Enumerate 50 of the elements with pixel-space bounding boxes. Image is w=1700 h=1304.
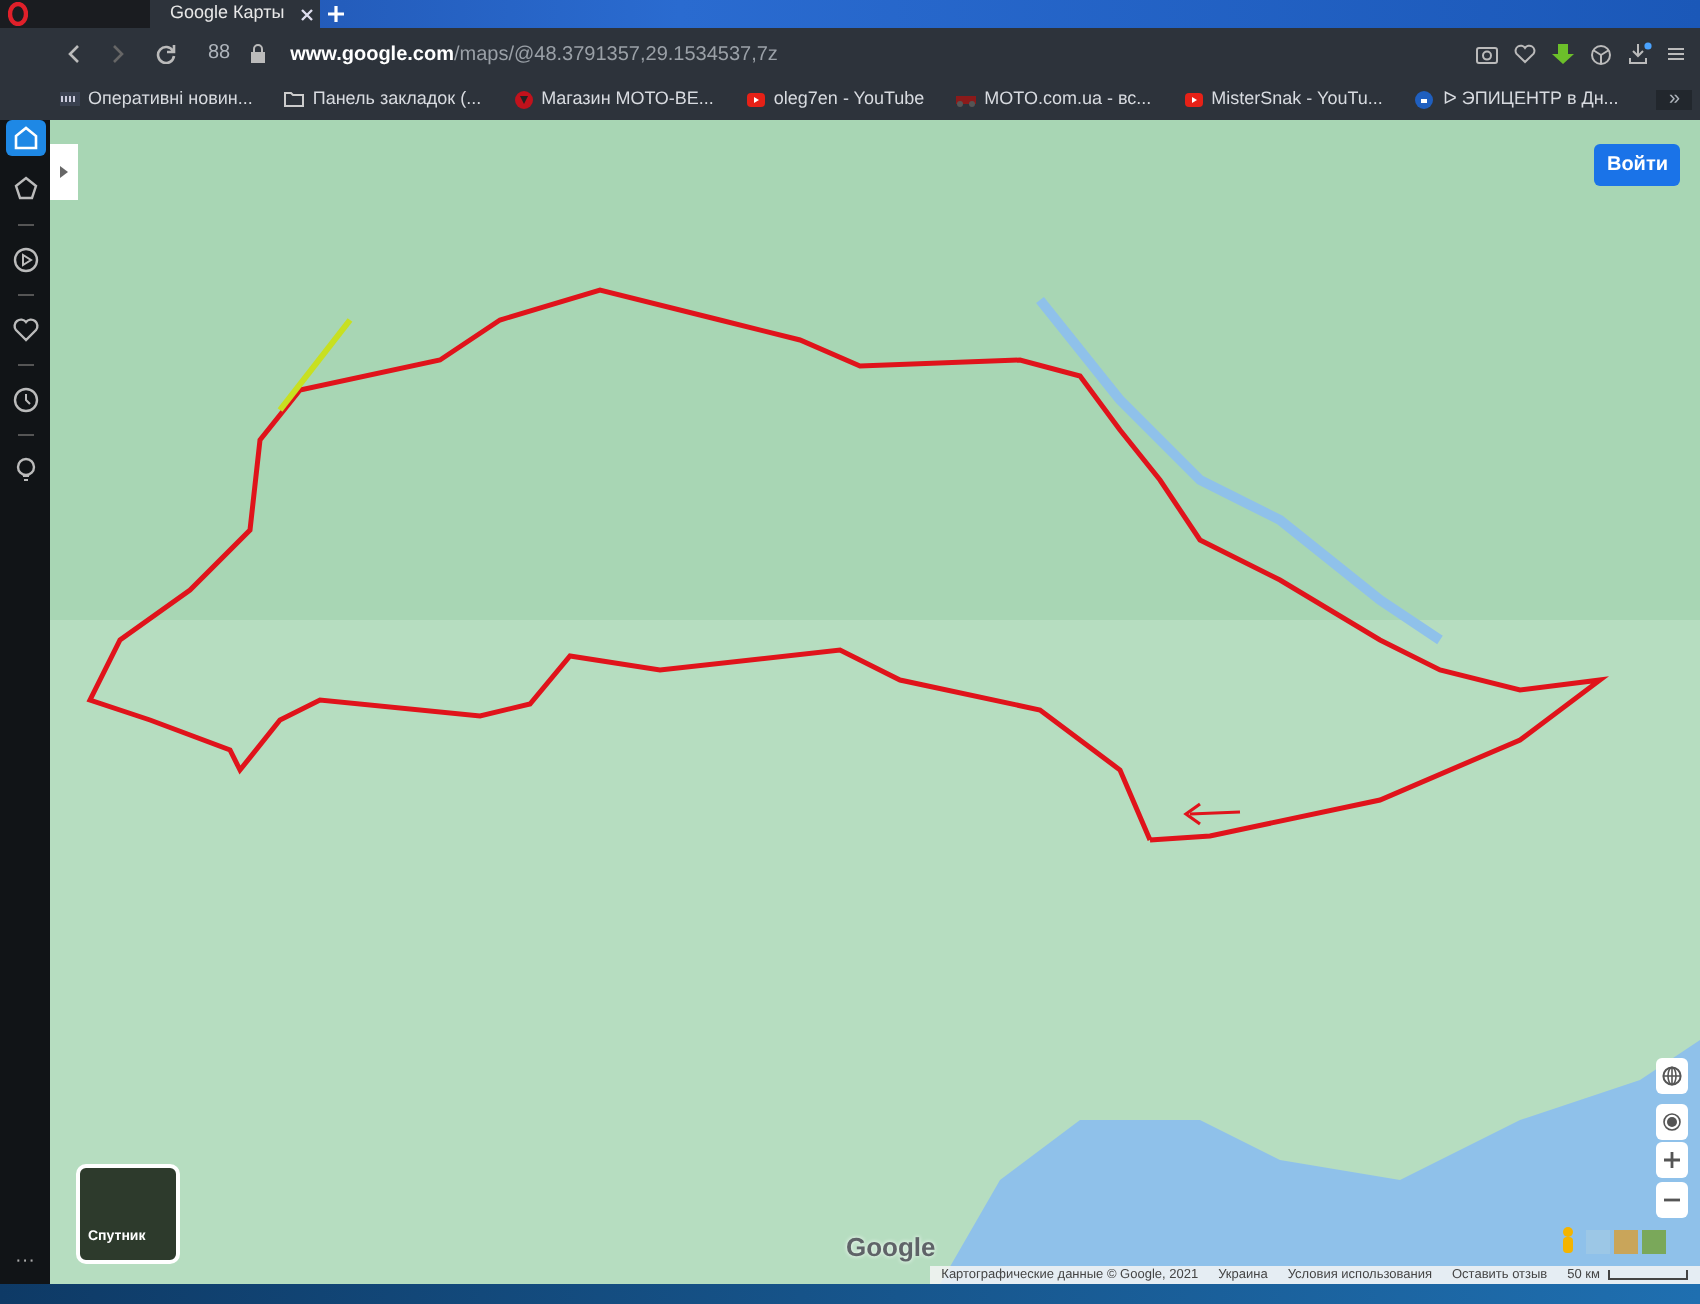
- play-icon: [745, 90, 766, 110]
- download-arrow-icon[interactable]: [1552, 43, 1574, 65]
- bookmark-link[interactable]: Оперативні новин...: [88, 86, 253, 114]
- play-icon: [1183, 90, 1204, 110]
- globe-icon: [1662, 1066, 1682, 1086]
- bookmark-link[interactable]: Магазин МОТО-ВЕ...: [541, 86, 714, 114]
- layer-thumbnails-icon[interactable]: [1586, 1230, 1670, 1254]
- close-icon: [300, 7, 315, 21]
- news-icon: [60, 90, 80, 110]
- locate-icon: [1662, 1112, 1682, 1132]
- folder-icon: [284, 90, 305, 110]
- lock-icon: [250, 44, 267, 64]
- plus-icon: [1664, 1152, 1680, 1168]
- locate-button[interactable]: [1656, 1104, 1688, 1140]
- cube-icon[interactable]: [1590, 43, 1612, 65]
- expand-panel-button[interactable]: [50, 144, 78, 200]
- menu-icon[interactable]: [1668, 46, 1684, 62]
- speed-dial-button[interactable]: 88: [196, 44, 243, 64]
- round-logo-icon: [513, 90, 534, 110]
- globe-button[interactable]: [1656, 1058, 1688, 1094]
- bookmark-link[interactable]: ᐅ ЭПИЦЕНТР в Дн...: [1442, 86, 1619, 114]
- sign-in-button[interactable]: Войти: [1594, 144, 1680, 186]
- forward-icon: [112, 44, 124, 64]
- heart-icon: [9, 314, 41, 346]
- address-field[interactable]: www.google.com/maps/@48.3791357,29.1534537,7z: [290, 39, 1468, 69]
- more-bookmarks-button[interactable]: »: [1656, 90, 1692, 110]
- caret-icon: [60, 166, 68, 178]
- zoom-out-button[interactable]: [1656, 1182, 1688, 1218]
- zoom-in-button[interactable]: [1656, 1142, 1688, 1178]
- google-logo: Google: [846, 1229, 936, 1266]
- download-icon[interactable]: [1628, 42, 1652, 66]
- clock-icon: [9, 384, 41, 416]
- heart-icon[interactable]: [1514, 44, 1536, 64]
- camera-icon[interactable]: [1476, 44, 1498, 64]
- browser-tab[interactable]: Google Карты: [150, 0, 320, 28]
- home-icon: [9, 122, 41, 154]
- browser-logo-icon: [8, 2, 28, 26]
- back-icon: [68, 44, 80, 64]
- more-button[interactable]: ···: [15, 1246, 35, 1276]
- plus-icon: [328, 6, 344, 22]
- bookmark-link[interactable]: Панель закладок (...: [312, 86, 482, 114]
- sidebar-button[interactable]: [5, 120, 45, 156]
- bookmark-link[interactable]: oleg7en - YouTube: [773, 86, 925, 114]
- bookmark-link[interactable]: MOTO.com.ua - вс...: [984, 86, 1152, 114]
- reload-icon: [156, 44, 176, 64]
- round-logo-icon: [1414, 90, 1435, 110]
- bookmark-link[interactable]: MisterSnak - YouTu...: [1211, 86, 1383, 114]
- scale-bar-icon: [1608, 1270, 1688, 1280]
- play-icon: [9, 244, 41, 276]
- tab-title: Google Карты: [170, 0, 285, 27]
